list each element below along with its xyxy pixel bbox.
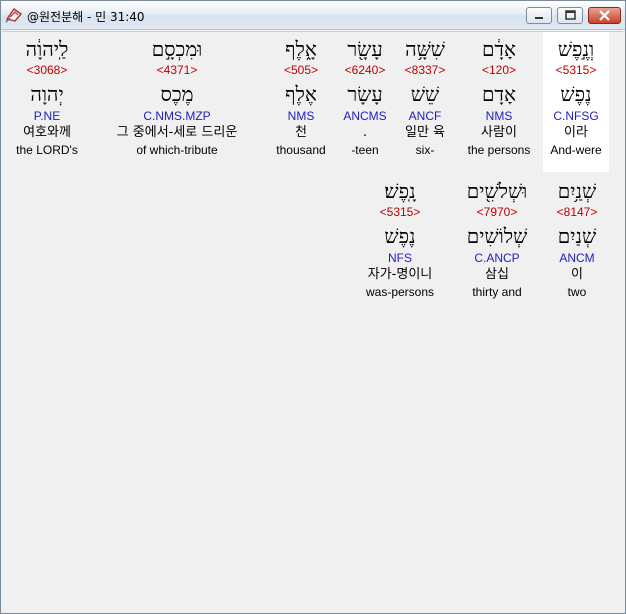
word-block[interactable]: עָשָׂ֖ר <6240> עָשָׂר ANCMS . -teen: [337, 32, 393, 172]
korean-gloss: 일만 육: [404, 125, 445, 140]
hebrew-word: אָדָ֔ם: [481, 37, 517, 61]
close-button[interactable]: [588, 7, 621, 24]
word-block[interactable]: שִׁשָּׁ֥ה <8337> שֵׁשׁ ANCF 일만 육 six-: [397, 32, 453, 172]
strong-number[interactable]: <120>: [463, 62, 535, 78]
word-block[interactable]: נָֽפֶשׁ׃ <5315> נֶפֶשׁ NFS 자가-명이니 was-pe…: [355, 178, 445, 314]
korean-gloss: 여호와께: [23, 125, 71, 140]
hebrew-word: וּמִכְסָ֣ם: [151, 37, 203, 61]
english-gloss: thousand: [276, 143, 326, 157]
korean-gloss: 사람이: [481, 125, 517, 140]
strong-number[interactable]: <505>: [271, 62, 331, 78]
lemma: מֶכֶס: [160, 82, 194, 106]
word-block[interactable]: אָדָ֔ם <120> אָדָם NMS 사람이 the persons: [463, 32, 535, 172]
lemma: נֶפֶשׁ: [560, 82, 592, 106]
hebrew-word: שִׁשָּׁ֥ה: [405, 37, 445, 61]
word-block[interactable]: לַֽיהוָ֔ה <3068> יְהוָה P.NE 여호와께 the LO…: [9, 32, 85, 172]
hebrew-word: נָֽפֶשׁ׃: [384, 179, 416, 203]
strong-number[interactable]: <8147>: [549, 204, 605, 220]
app-logo-icon: [5, 7, 23, 23]
lemma: שְׁנַיִם: [557, 224, 597, 248]
word-block[interactable]: וּמִכְסָ֣ם <4371> מֶכֶס C.NMS.MZP 그 중에서-…: [101, 32, 253, 172]
english-gloss: the LORD's: [16, 143, 78, 157]
strong-number[interactable]: <3068>: [9, 62, 85, 78]
english-gloss: was-persons: [365, 285, 435, 299]
minimize-button[interactable]: [526, 7, 552, 24]
morphology-code: C.ANCP: [474, 251, 520, 265]
korean-gloss: 이: [571, 267, 583, 282]
lemma: שֵׁשׁ: [410, 82, 440, 106]
strong-number[interactable]: <4371>: [101, 62, 253, 78]
hebrew-word: וְנֶ֣פֶשׁ: [557, 37, 595, 61]
english-gloss: two: [567, 285, 587, 299]
lemma: נֶפֶשׁ: [384, 224, 416, 248]
maximize-button[interactable]: [557, 7, 583, 24]
strong-number[interactable]: <6240>: [337, 62, 393, 78]
morphology-code: NMS: [485, 109, 513, 123]
korean-gloss: 천: [295, 125, 307, 140]
word-block[interactable]: וְנֶ֣פֶשׁ <5315> נֶפֶשׁ C.NFSG 이라 And-we…: [543, 32, 609, 172]
hebrew-word: לַֽיהוָ֔ה: [25, 37, 69, 61]
strong-number[interactable]: <7970>: [457, 204, 537, 220]
korean-gloss: 삼십: [485, 267, 509, 282]
app-window: @원전분해 - 민 31:40 וְנֶ֣פֶשׁ <5315> נֶפֶשׁ …: [0, 0, 626, 614]
minimize-icon: [535, 17, 543, 19]
strong-number[interactable]: <8337>: [397, 62, 453, 78]
korean-gloss: .: [362, 125, 368, 140]
lemma: אָדָם: [481, 82, 517, 106]
korean-gloss: 자가-명이니: [367, 267, 433, 282]
morphology-code: NFS: [388, 251, 412, 265]
morphology-code: NMS: [287, 109, 315, 123]
english-gloss: And-were: [550, 143, 602, 157]
hebrew-word: שְׁנַ֥יִם: [557, 179, 597, 203]
lemma: עָשָׂר: [347, 82, 383, 106]
english-gloss: of which-tribute: [136, 143, 218, 157]
morphology-code: C.NMS.MZP: [143, 109, 211, 123]
english-gloss: -teen: [351, 143, 379, 157]
hebrew-word: וּשְׁלֹשִׁ֖ים: [466, 179, 528, 203]
strong-number[interactable]: <5315>: [543, 62, 609, 78]
english-gloss: six-: [415, 143, 435, 157]
korean-gloss: 그 중에서-세로 드리운: [116, 125, 238, 140]
english-gloss: the persons: [467, 143, 531, 157]
hebrew-word: אָ֑לֶף: [285, 37, 317, 61]
english-gloss: thirty and: [472, 285, 522, 299]
lemma: אֶלֶף: [285, 82, 317, 106]
hebrew-word: עָשָׂ֖ר: [347, 37, 383, 61]
word-block[interactable]: שְׁנַ֥יִם <8147> שְׁנַיִם ANCM 이 two: [549, 178, 605, 314]
lemma: שְׁלוֹשִׁים: [466, 224, 528, 248]
word-block[interactable]: אָ֑לֶף <505> אֶלֶף NMS 천 thousand: [271, 32, 331, 172]
strong-number[interactable]: <5315>: [355, 204, 445, 220]
word-block[interactable]: וּשְׁלֹשִׁ֖ים <7970> שְׁלוֹשִׁים C.ANCP …: [457, 178, 537, 314]
close-icon: [599, 10, 610, 21]
morphology-code: ANCM: [559, 251, 595, 265]
morphology-code: P.NE: [33, 109, 61, 123]
morphology-code: C.NFSG: [553, 109, 599, 123]
lemma: יְהוָה: [30, 82, 64, 106]
korean-gloss: 이라: [564, 125, 588, 140]
interlinear-panel: וְנֶ֣פֶשׁ <5315> נֶפֶשׁ C.NFSG 이라 And-we…: [3, 31, 623, 612]
title-bar[interactable]: @원전분해 - 민 31:40: [1, 1, 625, 30]
morphology-code: ANCMS: [343, 109, 387, 123]
window-title: @원전분해 - 민 31:40: [27, 10, 145, 24]
morphology-code: ANCF: [408, 109, 442, 123]
